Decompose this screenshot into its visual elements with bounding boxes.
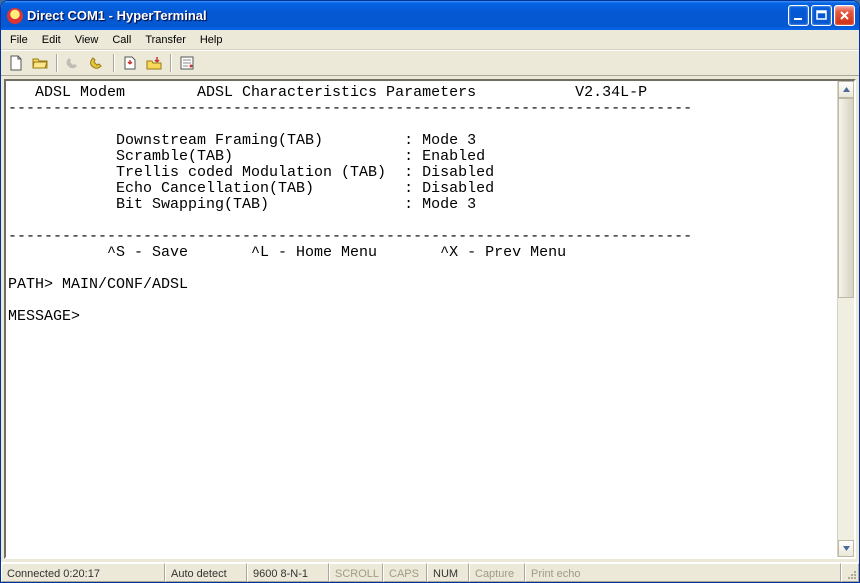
receive-file-icon[interactable]	[143, 52, 165, 74]
scroll-up-arrow-icon[interactable]	[838, 81, 854, 98]
new-file-icon[interactable]	[5, 52, 27, 74]
toolbar-separator	[113, 54, 114, 72]
vertical-scrollbar[interactable]	[837, 81, 854, 557]
terminal-frame: ADSL Modem ADSL Characteristics Paramete…	[4, 79, 856, 559]
status-serial: 9600 8-N-1	[247, 563, 329, 582]
app-window: Direct COM1 - HyperTerminal File Edit Vi…	[0, 0, 860, 583]
terminal[interactable]: ADSL Modem ADSL Characteristics Paramete…	[6, 81, 837, 557]
menu-view[interactable]: View	[68, 32, 106, 48]
status-num: NUM	[427, 563, 469, 582]
status-scroll: SCROLL	[329, 563, 383, 582]
phone-connect-icon[interactable]	[62, 52, 84, 74]
status-connected: Connected 0:20:17	[1, 563, 165, 582]
scroll-down-arrow-icon[interactable]	[838, 540, 854, 557]
toolbar-separator	[170, 54, 171, 72]
client-area: ADSL Modem ADSL Characteristics Paramete…	[1, 76, 859, 562]
resize-grip-icon[interactable]	[841, 563, 859, 582]
status-caps: CAPS	[383, 563, 427, 582]
phone-disconnect-icon[interactable]	[86, 52, 108, 74]
close-button[interactable]	[834, 5, 855, 26]
statusbar: Connected 0:20:17 Auto detect 9600 8-N-1…	[1, 562, 859, 582]
toolbar-separator	[56, 54, 57, 72]
scroll-thumb[interactable]	[838, 98, 854, 298]
status-detect: Auto detect	[165, 563, 247, 582]
menubar: File Edit View Call Transfer Help	[1, 30, 859, 50]
menu-call[interactable]: Call	[105, 32, 138, 48]
menu-transfer[interactable]: Transfer	[138, 32, 193, 48]
maximize-button[interactable]	[811, 5, 832, 26]
status-capture: Capture	[469, 563, 525, 582]
menu-edit[interactable]: Edit	[35, 32, 68, 48]
menu-help[interactable]: Help	[193, 32, 230, 48]
toolbar	[1, 50, 859, 76]
titlebar[interactable]: Direct COM1 - HyperTerminal	[1, 1, 859, 30]
scroll-track[interactable]	[838, 298, 854, 540]
menu-file[interactable]: File	[3, 32, 35, 48]
send-file-icon[interactable]	[119, 52, 141, 74]
window-title: Direct COM1 - HyperTerminal	[27, 8, 788, 23]
status-printecho: Print echo	[525, 563, 841, 582]
minimize-button[interactable]	[788, 5, 809, 26]
open-folder-icon[interactable]	[29, 52, 51, 74]
app-icon	[7, 8, 23, 24]
properties-icon[interactable]	[176, 52, 198, 74]
